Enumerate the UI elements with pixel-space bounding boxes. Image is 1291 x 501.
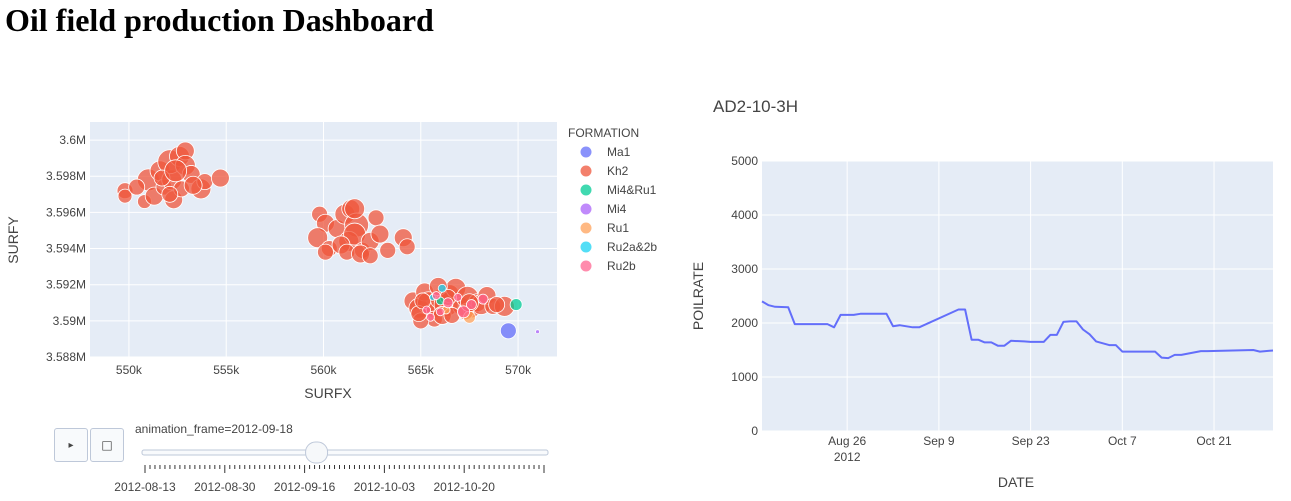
legend-label: Ma1 (607, 145, 631, 159)
line-y-axis-title: POILRATE (690, 262, 706, 330)
legend-label: Mi4&Ru1 (607, 183, 657, 197)
line-y-tick-label: 2000 (731, 316, 758, 330)
line-x-tick-label: Aug 26 (828, 434, 866, 448)
legend-label: Ru1 (607, 221, 629, 235)
line-chart-title: AD2-10-3H (713, 97, 798, 116)
legend-item-ru2b[interactable]: Ru2b (580, 259, 637, 273)
stop-button[interactable]: □ (90, 428, 124, 462)
play-button[interactable]: ▸ (54, 428, 88, 462)
slider-handle[interactable] (305, 441, 329, 464)
map-x-tick-label: 555k (213, 363, 240, 377)
legend-marker (580, 260, 592, 272)
legend-item-mi4[interactable]: Mi4 (580, 202, 627, 216)
line-x-tick-label: Sep 23 (1012, 434, 1050, 448)
line-axes: 0 1000 2000 3000 4000 5000 Aug 26 2012 Sep 9 Sep … (731, 154, 1232, 464)
well-point-kh2[interactable] (164, 159, 188, 183)
legend-title: FORMATION (568, 126, 639, 140)
line-y-tick-label: 1000 (731, 370, 758, 384)
well-point-kh2[interactable] (128, 178, 146, 196)
poilrate-line[interactable] (761, 300, 1274, 360)
map-x-tick-label: 550k (116, 363, 143, 377)
slider-tick-label: 2012-08-30 (194, 480, 256, 494)
legend-item-ru1[interactable]: Ru1 (580, 221, 630, 235)
line-grid (762, 160, 1273, 432)
well-point-ru2b[interactable] (477, 293, 489, 305)
legend-marker (580, 222, 592, 234)
well-point-ru2b[interactable] (465, 299, 477, 310)
legend-marker (580, 184, 592, 196)
legend-marker (580, 146, 592, 158)
slider-rail[interactable] (141, 449, 549, 456)
legend-item-ma1[interactable]: Ma1 (580, 145, 631, 159)
well-point-kh2[interactable] (370, 224, 390, 244)
legend-label: Ru2a&2b (607, 240, 657, 254)
well-point-kh2[interactable] (398, 238, 416, 256)
well-point-mi4-ru1[interactable] (509, 298, 523, 311)
well-point-kh2[interactable] (379, 241, 397, 259)
line-y-tick-label: 3000 (731, 262, 758, 276)
map-y-tick-label: 3.596M (46, 205, 86, 219)
well-point-ru2b[interactable] (422, 305, 432, 315)
legend-marker (580, 165, 592, 177)
map-x-tick-label: 560k (310, 363, 337, 377)
line-y-tick-label: 5000 (731, 154, 758, 168)
legend-marker (580, 241, 592, 253)
well-point-ru2b[interactable] (426, 312, 435, 322)
well-point-kh2[interactable] (183, 175, 203, 195)
legend-item-kh2[interactable]: Kh2 (580, 164, 629, 178)
well-point-mi4[interactable] (535, 329, 540, 335)
animation-slider[interactable]: 2012-08-13 2012-08-30 2012-09-16 2012-10-03… (114, 441, 549, 494)
map-y-tick-label: 3.588M (46, 350, 86, 364)
line-y-tick-label: 0 (751, 424, 758, 438)
line-x-tick-label: Sep 9 (923, 434, 955, 448)
slider-tick-label: 2012-10-20 (434, 480, 496, 494)
legend-item-ru2a-2b[interactable]: Ru2a&2b (580, 240, 658, 254)
well-point-kh2[interactable] (317, 243, 334, 261)
animation-frame-label: animation_frame=2012-09-18 (135, 422, 293, 436)
slider-tick-label: 2012-10-03 (354, 480, 416, 494)
map-x-tick-label: 570k (505, 363, 532, 377)
line-y-tick-label: 4000 (731, 208, 758, 222)
legend-item-mi4-ru1[interactable]: Mi4&Ru1 (580, 183, 657, 197)
line-series[interactable] (761, 300, 1274, 360)
line-plot-background (762, 161, 1273, 431)
map-y-tick-label: 3.598M (46, 169, 86, 183)
map-y-tick-label: 3.592M (46, 278, 86, 292)
well-point-kh2[interactable] (161, 185, 179, 203)
well-point-ma1[interactable] (499, 322, 517, 340)
well-point-kh2[interactable] (488, 296, 506, 313)
legend-label: Kh2 (607, 164, 629, 178)
map-scatter-chart[interactable]: 550k 555k 560k 565k 570k 3.588M 3.59M 3.592M 3.5… (0, 0, 680, 501)
well-point-kh2[interactable] (344, 198, 366, 220)
map-x-tick-label: 565k (408, 363, 435, 377)
map-y-tick-label: 3.59M (53, 314, 86, 328)
well-point-kh2[interactable] (210, 168, 230, 188)
well-point-ru2b[interactable] (435, 307, 445, 317)
map-y-tick-label: 3.594M (46, 242, 86, 256)
legend-label: Ru2b (607, 259, 636, 273)
well-point-ru2a-2b[interactable] (437, 283, 447, 293)
well-point-ru2b[interactable] (453, 292, 463, 302)
map-x-axis-title: SURFX (304, 385, 352, 401)
map-y-axis-title: SURFY (5, 216, 21, 264)
well-point-kh2[interactable] (367, 209, 385, 227)
well-point-ru2b[interactable] (442, 297, 454, 309)
legend-label: Mi4 (607, 202, 627, 216)
slider-tick-label: 2012-08-13 (114, 480, 176, 494)
legend-marker (580, 203, 592, 215)
slider-tick-label: 2012-09-16 (274, 480, 336, 494)
stop-icon: □ (101, 438, 113, 452)
line-x-tick-year: 2012 (834, 450, 861, 464)
well-point-kh2[interactable] (361, 247, 379, 265)
play-icon: ▸ (68, 439, 74, 451)
well-point-ru2b[interactable] (431, 291, 441, 300)
line-x-tick-label: Oct 21 (1196, 434, 1232, 448)
map-legend[interactable]: Ma1 Kh2 Mi4&Ru1 Mi4 Ru1 Ru2a&2b Ru2b (580, 145, 658, 273)
line-x-tick-label: Oct 7 (1108, 434, 1137, 448)
map-y-tick-label: 3.6M (59, 133, 86, 147)
line-x-axis-title: DATE (998, 474, 1034, 490)
